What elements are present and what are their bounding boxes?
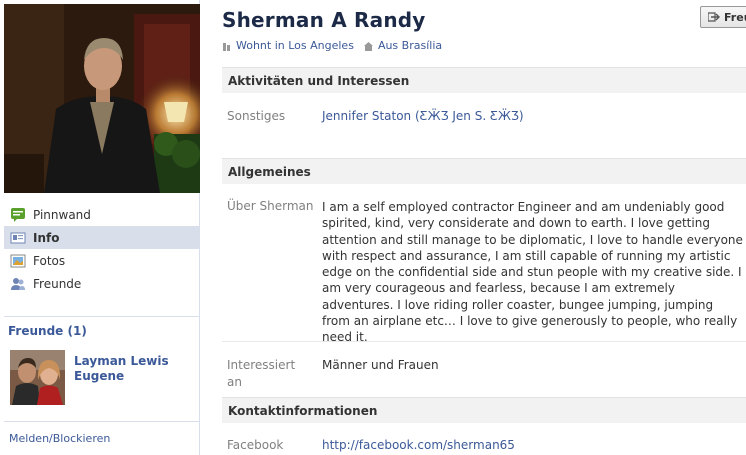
friend-name[interactable]: Layman Lewis Eugene (74, 354, 194, 384)
hometown[interactable]: Aus Brasília (378, 39, 442, 52)
home-icon (363, 41, 373, 51)
nav-item-label: Freunde (33, 276, 82, 291)
row-value-other[interactable]: Jennifer Staton (ƸӜƷ Jen S. ƸӜƷ) (322, 108, 742, 124)
row-label-other: Sonstiges (227, 109, 286, 123)
info-icon (10, 230, 26, 246)
nav-item-label: Fotos (33, 253, 66, 268)
message-button-label: Freu (724, 10, 746, 24)
friends-title[interactable]: Freunde (1) (8, 324, 87, 338)
profile-subline: Wohnt in Los Angeles Aus Brasília (222, 39, 442, 52)
photos-icon (10, 253, 26, 269)
row-label-facebook: Facebook (227, 438, 284, 452)
section-heading-activities: Aktivitäten und Interessen (222, 67, 746, 93)
nav-item-wall[interactable]: Pinnwand (4, 203, 200, 226)
nav-item-label: Pinnwand (33, 207, 91, 222)
section-heading-contact: Kontaktinformationen (222, 397, 746, 423)
row-label-interested: Interessiert an (227, 358, 296, 389)
row-value-about: I am a self employed contractor Engineer… (322, 200, 743, 345)
section-heading-general: Allgemeines (222, 158, 746, 184)
friend-photo[interactable] (10, 350, 65, 405)
nav-item-friends[interactable]: Freunde (4, 272, 200, 295)
row-label-about: Über Sherman (227, 199, 314, 213)
nav-item-label: Info (33, 230, 60, 245)
lives-in[interactable]: Wohnt in Los Angeles (236, 39, 354, 52)
divider (4, 316, 200, 317)
divider (222, 341, 746, 342)
divider (4, 421, 200, 422)
profile-photo[interactable] (4, 4, 200, 193)
location-icon (222, 41, 231, 51)
wall-icon (10, 207, 26, 223)
row-value-interested: Männer und Frauen (322, 358, 439, 372)
left-sidebar: Pinnwand Info Fotos Freunde Freunde (1) (0, 0, 200, 455)
add-friend-icon (707, 12, 720, 22)
profile-nav: Pinnwand Info Fotos Freunde (4, 203, 200, 295)
message-button[interactable]: Freu (700, 6, 746, 28)
profile-name: Sherman A Randy (222, 8, 426, 32)
friends-icon (10, 276, 26, 292)
nav-item-photos[interactable]: Fotos (4, 249, 200, 272)
report-block-link[interactable]: Melden/Blockieren (9, 432, 110, 445)
row-value-facebook[interactable]: http://facebook.com/sherman65 (322, 437, 742, 453)
nav-item-info[interactable]: Info (4, 226, 200, 249)
